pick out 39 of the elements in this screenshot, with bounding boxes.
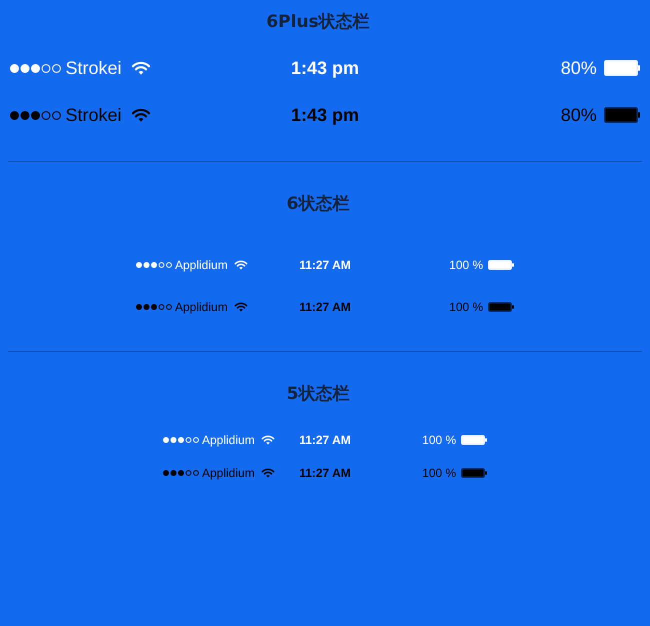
signal-strength-icon xyxy=(136,304,172,310)
section-title: 5状态栏 xyxy=(286,383,350,406)
signal-strength-icon xyxy=(163,437,199,443)
carrier-name: Applidium xyxy=(175,258,228,272)
time-text: 11:27 AM xyxy=(299,466,351,480)
battery-icon xyxy=(488,302,514,312)
carrier-name: Applidium xyxy=(202,433,255,447)
signal-strength-icon xyxy=(10,110,61,120)
wifi-icon xyxy=(130,108,151,122)
carrier-name: Applidium xyxy=(175,300,228,314)
carrier-name: Strokei xyxy=(66,58,122,78)
signal-strength-icon xyxy=(136,262,172,268)
battery-icon xyxy=(461,435,487,445)
wifi-icon xyxy=(234,302,248,312)
wifi-icon xyxy=(234,260,248,270)
time-text: 11:27 AM xyxy=(299,300,351,314)
signal-strength-icon xyxy=(10,64,61,72)
signal-strength-icon xyxy=(163,470,199,476)
battery-percentage: 80% xyxy=(560,104,597,126)
battery-icon xyxy=(488,260,514,270)
time-text: 11:27 AM xyxy=(299,258,351,272)
battery-percentage: 100 % xyxy=(449,300,484,314)
battery-percentage: 100 % xyxy=(422,433,456,447)
battery-icon xyxy=(604,107,640,123)
section-title: 6Plus状态栏 xyxy=(266,11,370,34)
carrier-name: Strokei xyxy=(66,104,122,126)
battery-percentage: 100 % xyxy=(422,466,456,480)
time-text: 1:43 pm xyxy=(290,58,360,78)
section-title: 6状态栏 xyxy=(286,193,350,216)
wifi-icon xyxy=(260,468,275,478)
time-text: 1:43 pm xyxy=(290,104,360,126)
wifi-icon xyxy=(130,60,151,76)
battery-percentage: 100 % xyxy=(449,258,484,272)
battery-icon xyxy=(461,468,487,478)
carrier-name: Applidium xyxy=(202,466,255,480)
time-text: 11:27 AM xyxy=(299,433,351,447)
battery-percentage: 80% xyxy=(560,58,597,78)
wifi-icon xyxy=(260,434,275,446)
battery-icon xyxy=(604,60,640,76)
